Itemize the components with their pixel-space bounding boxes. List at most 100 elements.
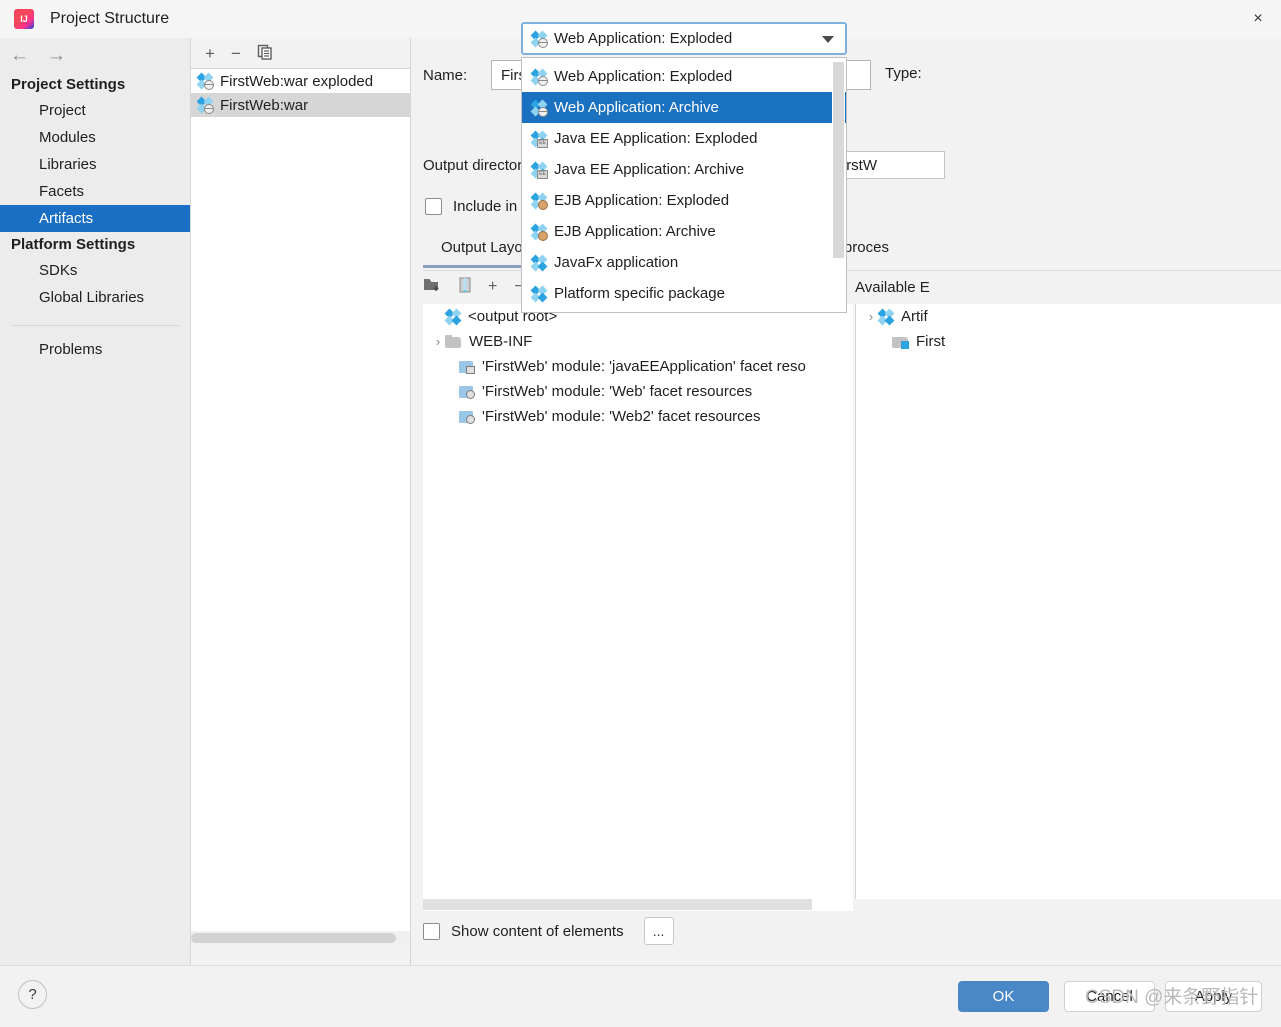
module-ee-icon xyxy=(459,360,475,374)
intellij-idea-icon xyxy=(14,9,34,29)
list-item[interactable]: FirstWeb:war xyxy=(191,93,410,117)
available-elements-header: Available E xyxy=(855,278,930,296)
sidebar-item-facets[interactable]: Facets xyxy=(0,178,190,205)
folder-icon xyxy=(445,334,462,349)
dropdown-option-ejb-application-archive[interactable]: EJB Application: Archive xyxy=(522,216,846,247)
web-exploded-icon xyxy=(530,30,548,48)
dropdown-vertical-scrollbar[interactable] xyxy=(832,62,845,308)
tree-row-label: 'FirstWeb' module: 'Web' facet resources xyxy=(482,383,753,400)
cancel-button[interactable]: Cancel xyxy=(1064,981,1155,1012)
dropdown-option-platform-specific-package[interactable]: Platform specific package xyxy=(522,278,846,309)
apply-button[interactable]: Apply xyxy=(1165,981,1262,1012)
sidebar-item-sdks[interactable]: SDKs xyxy=(0,257,190,284)
more-options-button[interactable]: ... xyxy=(643,917,674,945)
dropdown-option-label: Web Application: Exploded xyxy=(554,68,733,85)
tree-chevron-icon[interactable]: › xyxy=(864,309,878,324)
tree-row-label: 'FirstWeb' module: 'Web2' facet resource… xyxy=(482,408,761,425)
artifacts-toolbar: + − xyxy=(191,38,410,68)
list-item-label: FirstWeb:war xyxy=(220,96,309,114)
tree-row[interactable]: › WEB-INF xyxy=(423,329,853,354)
module-web-icon xyxy=(459,385,475,399)
artifacts-list[interactable]: FirstWeb:war exploded FirstWeb:war xyxy=(191,68,410,931)
close-icon[interactable]: × xyxy=(1235,0,1281,37)
dropdown-option-label: Java EE Application: Archive xyxy=(554,161,745,178)
web-archive-icon xyxy=(530,99,548,117)
show-content-of-elements-checkbox[interactable] xyxy=(423,922,440,940)
tree-row-label: 'FirstWeb' module: 'javaEEApplication' f… xyxy=(482,358,806,375)
tree-row-label: First xyxy=(916,333,946,350)
ejb-archive-icon xyxy=(530,223,548,241)
web-exploded-icon xyxy=(196,72,214,90)
artifact-type-dropdown-list[interactable]: Web Application: Exploded Web Applicatio… xyxy=(521,57,847,313)
page-title: Project Structure xyxy=(50,10,170,27)
sidebar-item-modules[interactable]: Modules xyxy=(0,124,190,151)
web-archive-icon xyxy=(196,96,214,114)
javaee-archive-icon: EE xyxy=(530,161,548,179)
artifact-root-icon xyxy=(444,308,462,325)
scrollbar-thumb[interactable] xyxy=(423,899,812,910)
dropdown-option-label: EJB Application: Archive xyxy=(554,223,716,240)
sidebar-group-platform-settings: Platform Settings xyxy=(11,236,136,253)
back-arrow-icon[interactable]: ← xyxy=(10,46,29,65)
sidebar: ← → Project Settings Project Modules Lib… xyxy=(0,38,191,965)
dropdown-option-web-application-archive[interactable]: Web Application: Archive xyxy=(522,92,846,123)
list-item-label: FirstWeb:war exploded xyxy=(220,72,374,90)
tree-row[interactable]: 'FirstWeb' module: 'Web2' facet resource… xyxy=(423,404,853,429)
sidebar-divider xyxy=(11,325,179,326)
dropdown-option-label: Platform specific package xyxy=(554,285,725,302)
help-icon[interactable]: ? xyxy=(18,980,47,1009)
dialog-footer: ? OK Cancel Apply xyxy=(0,965,1281,1027)
tree-chevron-icon[interactable]: › xyxy=(431,334,445,349)
type-label: Type: xyxy=(885,65,922,82)
dropdown-option-javaee-application-exploded[interactable]: EE Java EE Application: Exploded xyxy=(522,123,846,154)
artifacts-horizontal-scrollbar[interactable] xyxy=(191,931,410,945)
module-web-icon xyxy=(459,410,475,424)
tree-row[interactable]: 'FirstWeb' module: 'Web' facet resources xyxy=(423,379,853,404)
sidebar-item-project[interactable]: Project xyxy=(0,97,190,124)
tree-row[interactable]: 'FirstWeb' module: 'javaEEApplication' f… xyxy=(423,354,853,379)
show-content-of-elements-row[interactable]: Show content of elements ... xyxy=(423,917,674,945)
available-folder-icon xyxy=(892,335,909,349)
dropdown-option-web-application-exploded[interactable]: Web Application: Exploded xyxy=(522,61,846,92)
sidebar-item-artifacts[interactable]: Artifacts xyxy=(0,205,190,232)
new-archive-icon[interactable] xyxy=(459,277,471,297)
dropdown-option-javafx-application[interactable]: JavaFx application xyxy=(522,247,846,278)
list-item[interactable]: FirstWeb:war exploded xyxy=(191,69,410,93)
artifact-type-value: Web Application: Exploded xyxy=(554,30,733,47)
dropdown-option-javaee-application-archive[interactable]: EE Java EE Application: Archive xyxy=(522,154,846,185)
dropdown-option-label: Java EE Application: Exploded xyxy=(554,130,758,147)
ok-button[interactable]: OK xyxy=(958,981,1049,1012)
tree-row[interactable]: First xyxy=(856,329,1281,354)
tree-row[interactable]: › Artif xyxy=(856,304,1281,329)
include-in-project-build-checkbox[interactable] xyxy=(425,198,442,215)
sidebar-item-global-libraries[interactable]: Global Libraries xyxy=(0,284,190,311)
scrollbar-thumb[interactable] xyxy=(833,62,844,258)
new-folder-icon[interactable] xyxy=(423,277,442,297)
scrollbar-thumb[interactable] xyxy=(191,933,396,943)
dropdown-option-label: EJB Application: Exploded xyxy=(554,192,730,209)
artifact-type-combobox[interactable]: Web Application: Exploded xyxy=(521,22,847,55)
name-label: Name: xyxy=(423,66,468,84)
sidebar-group-project-settings: Project Settings xyxy=(11,76,126,93)
add-element-icon[interactable]: + xyxy=(488,279,497,295)
sidebar-item-libraries[interactable]: Libraries xyxy=(0,151,190,178)
artifact-root-icon xyxy=(877,308,895,325)
dropdown-option-ejb-application-exploded[interactable]: EJB Application: Exploded xyxy=(522,185,846,216)
forward-arrow-icon[interactable]: → xyxy=(47,46,66,65)
show-content-of-elements-label: Show content of elements xyxy=(451,922,624,940)
sidebar-nav-arrows: ← → xyxy=(0,38,190,72)
remove-artifact-icon[interactable]: − xyxy=(231,45,241,62)
dropdown-option-label: JavaFx application xyxy=(554,254,679,271)
output-layout-horizontal-scrollbar[interactable] xyxy=(423,898,853,911)
add-artifact-icon[interactable]: + xyxy=(205,45,215,62)
tree-row-label: WEB-INF xyxy=(469,333,533,350)
artifacts-list-panel: + − FirstWeb:war exploded FirstWeb:war xyxy=(191,38,411,965)
chevron-down-icon[interactable] xyxy=(822,36,834,43)
javafx-icon xyxy=(530,254,548,271)
sidebar-item-problems[interactable]: Problems xyxy=(0,336,190,363)
copy-artifact-icon[interactable] xyxy=(257,44,273,63)
available-elements-tree[interactable]: › Artif First xyxy=(855,304,1281,899)
output-layout-tree[interactable]: <output root> › WEB-INF 'FirstWeb' modul… xyxy=(423,304,853,899)
ejb-exploded-icon xyxy=(530,192,548,210)
javaee-exploded-icon: EE xyxy=(530,130,548,148)
